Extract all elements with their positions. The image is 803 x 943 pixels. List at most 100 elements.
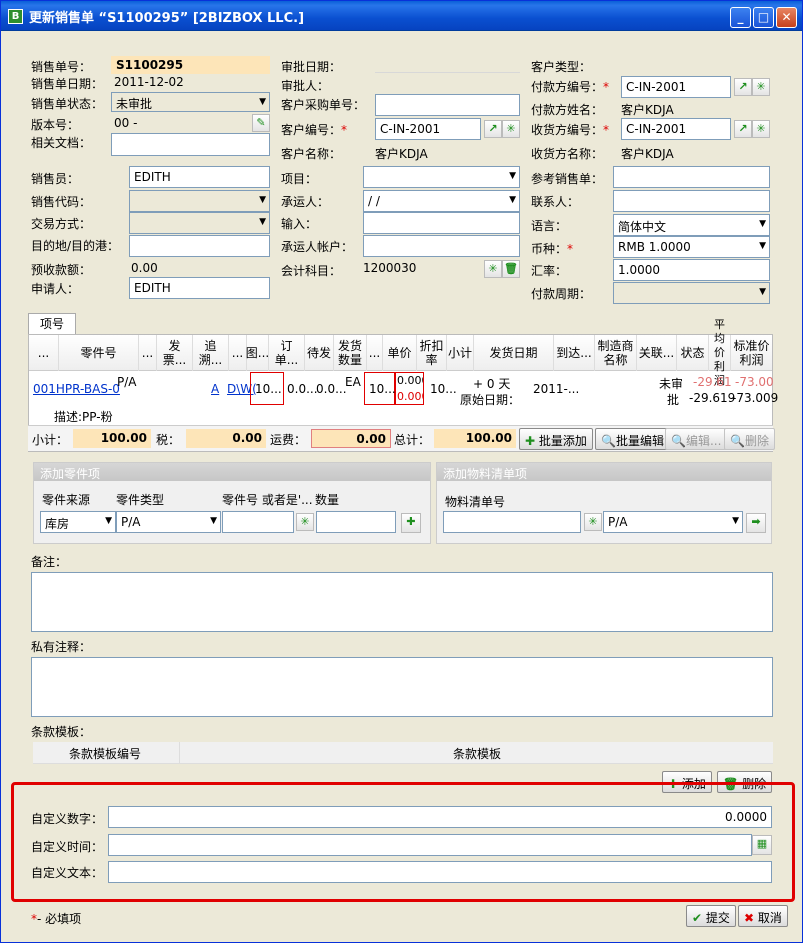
col-part-no[interactable]: 零件号 xyxy=(59,335,139,371)
search-account-icon[interactable]: ✳ xyxy=(484,260,502,278)
submit-button[interactable]: ✔ 提交 xyxy=(686,905,736,927)
goto-customer-icon[interactable]: ↗ xyxy=(484,120,502,138)
related-doc-input[interactable] xyxy=(111,133,270,156)
add-part-group: 添加零件项 零件来源 零件类型 零件号 或者是'... 数量 库房 P/A ✳ … xyxy=(33,462,431,544)
col-std-profit[interactable]: 标准价利润 xyxy=(731,335,772,371)
payer-no-input[interactable]: C-IN-2001 xyxy=(621,76,731,98)
search-payer-icon[interactable]: ✳ xyxy=(752,78,770,96)
ship-no-input[interactable]: C-IN-2001 xyxy=(621,118,731,140)
col-trace[interactable]: 追溯... xyxy=(193,335,229,371)
part-type-select[interactable]: P/A xyxy=(116,511,221,533)
col-drawing[interactable]: 图... xyxy=(246,335,269,371)
pending-value: 0.0... xyxy=(287,382,318,396)
col-ship-date[interactable]: 发货日期 xyxy=(474,335,554,371)
col-more-2[interactable]: ... xyxy=(229,335,247,371)
language-select[interactable]: 简体中文 xyxy=(613,214,770,236)
search-part-icon[interactable]: ✳ xyxy=(296,513,314,531)
col-order-qty[interactable]: 订单... xyxy=(269,335,305,371)
cust-po-input[interactable] xyxy=(375,94,520,116)
col-discount[interactable]: 折扣率 xyxy=(417,335,447,371)
col-more-1[interactable]: ... xyxy=(139,335,157,371)
dest-input[interactable] xyxy=(129,235,270,257)
terms-col-no[interactable]: 条款模板编号 xyxy=(69,745,141,762)
custom-text-input[interactable] xyxy=(108,861,772,883)
maximize-button[interactable]: □ xyxy=(753,7,774,28)
ref-so-input[interactable] xyxy=(613,166,770,188)
col-ship-qty[interactable]: 发货数量 xyxy=(334,335,367,371)
col-invoice[interactable]: 发票... xyxy=(157,335,193,371)
qty-label: 数量 xyxy=(315,493,340,507)
col-subtotal[interactable]: 小计 xyxy=(447,335,474,371)
status-select[interactable]: 未审批 xyxy=(111,92,270,112)
sales-label: 销售员： xyxy=(31,172,80,186)
cust-name-value: 客户KDJA xyxy=(375,147,428,161)
ship-date-value: + 0 天 xyxy=(473,377,511,391)
sales-input[interactable]: EDITH xyxy=(129,166,270,188)
delete-button[interactable]: 🔍删除 xyxy=(724,428,775,450)
version-label: 版本号： xyxy=(31,118,80,132)
freight-input[interactable]: 0.00 xyxy=(311,429,391,448)
col-pending[interactable]: 待发 xyxy=(305,335,334,371)
currency-select[interactable]: RMB 1.0000 xyxy=(613,236,770,258)
project-select[interactable] xyxy=(363,166,520,188)
minimize-button[interactable]: _ xyxy=(730,7,751,28)
bom-type-select[interactable]: P/A xyxy=(603,511,743,533)
close-button[interactable]: ✕ xyxy=(776,7,797,28)
so-no-field: S1100295 xyxy=(111,56,270,74)
col-related[interactable]: 关联... xyxy=(637,335,677,371)
custom-time-input[interactable] xyxy=(108,834,752,856)
carrier-select[interactable]: / / xyxy=(363,190,520,212)
search-bom-icon[interactable]: ✳ xyxy=(584,513,602,531)
qty-input[interactable] xyxy=(316,511,396,533)
discount-cell[interactable]: 0.000 0.000 xyxy=(395,372,424,405)
part-no-input[interactable] xyxy=(222,511,294,533)
cust-no-input[interactable]: C-IN-2001 xyxy=(375,118,481,140)
batch-edit-button[interactable]: 🔍批量编辑 xyxy=(595,428,670,450)
applicant-input[interactable]: EDITH xyxy=(129,277,270,299)
arrive-value: 2011-... xyxy=(533,382,580,396)
original-date-label: 原始日期： xyxy=(460,393,521,407)
col-menu[interactable]: ... xyxy=(29,335,59,371)
sales-code-select[interactable] xyxy=(129,190,270,212)
search-customer-icon[interactable]: ✳ xyxy=(502,120,520,138)
carrier-account-input[interactable] xyxy=(363,235,520,257)
edit-version-icon[interactable]: ✎ xyxy=(252,114,270,132)
price-cell[interactable]: 10... xyxy=(364,372,396,405)
tab-items[interactable]: 项号 xyxy=(28,313,76,335)
trade-label: 交易方式： xyxy=(31,217,92,231)
clear-account-icon[interactable]: 🗑 xyxy=(502,260,520,278)
add-part-icon[interactable]: ✚ xyxy=(401,513,421,533)
edit-button[interactable]: 🔍编辑... xyxy=(665,428,728,450)
goto-payer-icon[interactable]: ↗ xyxy=(734,78,752,96)
terms-col-template[interactable]: 条款模板 xyxy=(453,745,501,762)
cancel-button[interactable]: ✖ 取消 xyxy=(738,905,788,927)
bom-no-input[interactable] xyxy=(443,511,581,533)
notes-textarea[interactable] xyxy=(31,572,773,632)
terms-label: 条款模板： xyxy=(31,725,92,739)
x-icon: ✖ xyxy=(744,911,755,925)
order-qty-cell[interactable]: 10... xyxy=(250,372,284,405)
col-status[interactable]: 状态 xyxy=(677,335,709,371)
rate-input[interactable]: 1.0000 xyxy=(613,259,770,281)
search-ship-icon[interactable]: ✳ xyxy=(752,120,770,138)
col-arrive[interactable]: 到达... xyxy=(554,335,595,371)
rate-label: 汇率： xyxy=(531,264,568,278)
col-unit-price[interactable]: 单价 xyxy=(383,335,417,371)
trade-select[interactable] xyxy=(129,212,270,234)
calendar-icon[interactable]: ▦ xyxy=(752,835,772,855)
batch-add-button[interactable]: ✚ 批量添加 xyxy=(519,428,593,450)
private-notes-textarea[interactable] xyxy=(31,657,773,717)
goto-ship-icon[interactable]: ↗ xyxy=(734,120,752,138)
contact-input[interactable] xyxy=(613,190,770,212)
part-source-select[interactable]: 库房 xyxy=(40,511,116,533)
add-bom-icon[interactable]: ➡ xyxy=(746,513,766,533)
input-field[interactable] xyxy=(363,212,520,234)
col-manufacturer[interactable]: 制造商名称 xyxy=(595,335,637,371)
trace-link[interactable]: A xyxy=(211,382,219,396)
part-no-link[interactable]: 001HPR-BAS-0 xyxy=(33,382,120,396)
col-more-3[interactable]: ... xyxy=(367,335,383,371)
custom-number-input[interactable]: 0.0000 xyxy=(108,806,772,828)
payment-period-select[interactable] xyxy=(613,282,770,304)
prepay-label: 预收款额： xyxy=(31,263,92,277)
col-avg-profit[interactable]: 平均价利润 xyxy=(709,318,731,387)
